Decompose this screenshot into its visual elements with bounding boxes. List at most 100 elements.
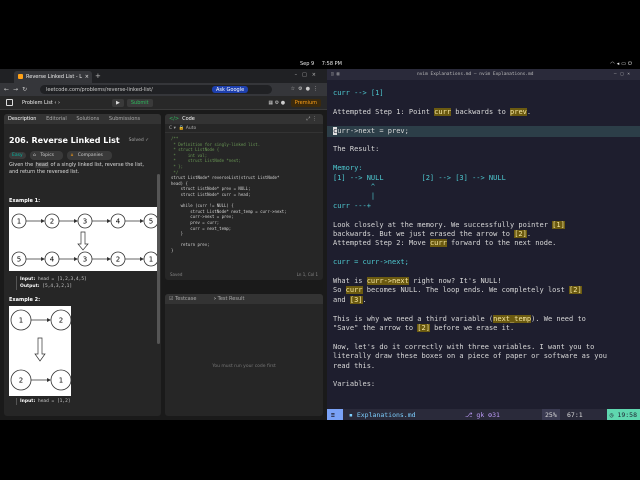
buffer-line: Look closely at the memory. We successfu…	[333, 220, 565, 229]
reload-icon[interactable]: ↻	[22, 86, 31, 93]
nav-buttons: ←→↻	[4, 86, 31, 93]
example-2-bottom-row: 21	[10, 369, 72, 391]
profile-icon[interactable]: ●	[306, 86, 313, 92]
git-branch-icon: ⎇	[465, 411, 473, 419]
buffer-line: curr --> [1]	[333, 89, 384, 97]
clock-badge: ◷ 19:58	[606, 409, 640, 420]
clock-time-text: 19:58	[617, 411, 637, 419]
minimize-icon[interactable]: –	[614, 72, 621, 77]
tab-description[interactable]: Description	[8, 116, 36, 122]
buffer-line: read this.	[333, 361, 376, 370]
buffer-line: curr->next = prev;	[333, 126, 409, 135]
more-icon[interactable]: ⋮	[312, 116, 317, 122]
tab-title: Reverse Linked List - L	[26, 74, 83, 80]
clock-date: Sep 9	[300, 61, 315, 67]
premium-button[interactable]: Premium	[290, 99, 321, 107]
ask-google-button[interactable]: Ask Google	[212, 86, 249, 93]
maximize-icon[interactable]: □	[302, 72, 312, 78]
list-arrowhead	[41, 219, 45, 223]
language-select[interactable]: C	[169, 126, 172, 131]
buffer-line: [1] --> NULL [2] --> [3] --> NULL	[333, 173, 506, 182]
extensions-icon[interactable]: ⚙	[298, 86, 305, 92]
buffer-line: and [3].	[333, 295, 367, 304]
minimize-icon[interactable]: –	[295, 72, 303, 78]
file-name-text: Explanations.md	[356, 411, 416, 419]
system-clock[interactable]: Sep 9 7:58 PM	[300, 61, 342, 67]
new-tab-button[interactable]: +	[95, 72, 101, 80]
code-line: */	[171, 169, 179, 175]
terminal-window-controls: –□×	[614, 72, 634, 77]
code-line: * struct ListNode {	[171, 147, 220, 153]
code-header: </> Code	[165, 114, 323, 124]
code-line: }	[171, 248, 174, 253]
list-arrowhead	[41, 257, 45, 261]
menu-kebab-icon[interactable]: ⋮	[313, 86, 321, 92]
submit-button[interactable]: Submit	[126, 99, 153, 107]
list-node-value: 1	[19, 317, 23, 325]
example-1-output-row: Output: [5,4,3,2,1]	[20, 283, 87, 290]
test-result-label: Test Result	[217, 296, 245, 302]
layout-icon[interactable]: ▦	[268, 100, 273, 106]
leetcode-toolbar: Problem List ‹ › ▶ Submit ▦ ⚙ ● Premium	[0, 96, 327, 110]
tab-testcase[interactable]: ☑ Testcase	[169, 296, 204, 302]
buffer-line: literally draw these boxes on a piece of…	[333, 352, 607, 361]
code-line: * };	[171, 164, 184, 169]
mode-label[interactable]: Auto	[186, 126, 196, 131]
companies-tag[interactable]: ⌂ Companies	[67, 151, 112, 160]
cursor-pos: 67:1	[567, 411, 583, 419]
example-2-io: Input: head = [1,2]	[16, 398, 71, 405]
terminal-window[interactable]: ◫▥ nvim Explanations.md — nvim Explanati…	[327, 69, 640, 420]
address-bar-row: ←→↻ leetcode.com/problems/reverse-linked…	[0, 83, 327, 96]
split-icon[interactable]: ▥	[337, 72, 343, 77]
run-button[interactable]: ▶	[112, 99, 124, 107]
forward-icon[interactable]: →	[13, 86, 22, 93]
close-icon[interactable]: ×	[627, 72, 634, 77]
avatar[interactable]: ●	[281, 100, 285, 106]
code-line: struct ListNode* next_temp = curr->next;	[171, 208, 287, 214]
example-2-label: Example 2:	[9, 297, 41, 303]
list-node-value: 2	[19, 377, 23, 385]
problem-list-button[interactable]: Problem List ‹ ›	[22, 100, 60, 106]
buffer-line: Variables:	[333, 380, 376, 389]
problem-description: Given the head of a singly linked list, …	[9, 162, 154, 176]
example-1-top-row: 1 2 3 4 5	[11, 213, 159, 229]
output-label: Output:	[20, 284, 40, 289]
cursor-position: Ln 1, Col 1	[296, 272, 318, 277]
empty-result-message: You must run your code first	[212, 364, 276, 369]
mode-indicator: ≡	[327, 409, 343, 420]
power-icon[interactable]: ⏻	[628, 61, 634, 67]
buffer-line: |	[333, 192, 376, 201]
tab-editorial[interactable]: Editorial	[46, 116, 67, 122]
leetcode-favicon-icon	[18, 74, 23, 79]
topics-tag[interactable]: ⌂ Topics	[30, 151, 64, 160]
terminal-left-controls: ◫▥	[331, 72, 342, 77]
settings-icon[interactable]: ⚙	[275, 100, 279, 106]
tab-submissions[interactable]: Submissions	[109, 116, 140, 122]
tab-test-result[interactable]: › Test Result	[214, 296, 252, 302]
code-line: struct ListNode* reverseList(struct List…	[171, 175, 280, 181]
terminal-title: nvim Explanations.md — nvim Explanations…	[417, 72, 534, 77]
leetcode-logo-icon[interactable]	[6, 99, 13, 106]
tab-solutions[interactable]: Solutions	[76, 116, 99, 122]
close-icon[interactable]: ×	[312, 72, 321, 78]
toolbar-right: ▦ ⚙ ● Premium	[268, 99, 321, 107]
problem-scrollbar[interactable]	[157, 174, 160, 344]
extension-icons: ☆⚙●⋮	[291, 86, 321, 92]
system-tray[interactable]: ◠◂▭⏻	[610, 61, 634, 67]
list-node-value: 1	[17, 218, 21, 226]
back-icon[interactable]: ←	[4, 86, 13, 93]
browser-tab[interactable]: Reverse Linked List - L ×	[14, 71, 92, 83]
expand-icon[interactable]: ⤢	[306, 116, 310, 122]
code-line: * int val;	[171, 152, 208, 158]
example-2-svg: 12 21	[10, 309, 72, 391]
problem-tags: Easy ⌂ Topics ⌂ Companies	[9, 151, 115, 160]
example-2-top-row: 12	[10, 309, 72, 331]
close-tab-icon[interactable]: ×	[85, 74, 89, 80]
solved-label: Solved	[128, 138, 144, 143]
example-1-bottom-row: 5 4 3 2 1	[11, 251, 159, 267]
saved-status: Saved	[170, 272, 183, 277]
code-line: * struct ListNode *next;	[171, 158, 241, 164]
page-title: 206. Reverse Linked List	[9, 136, 120, 145]
test-tabs: ☑ Testcase › Test Result	[165, 294, 323, 304]
git-info: ⎇ gk ⚙31	[465, 411, 500, 419]
